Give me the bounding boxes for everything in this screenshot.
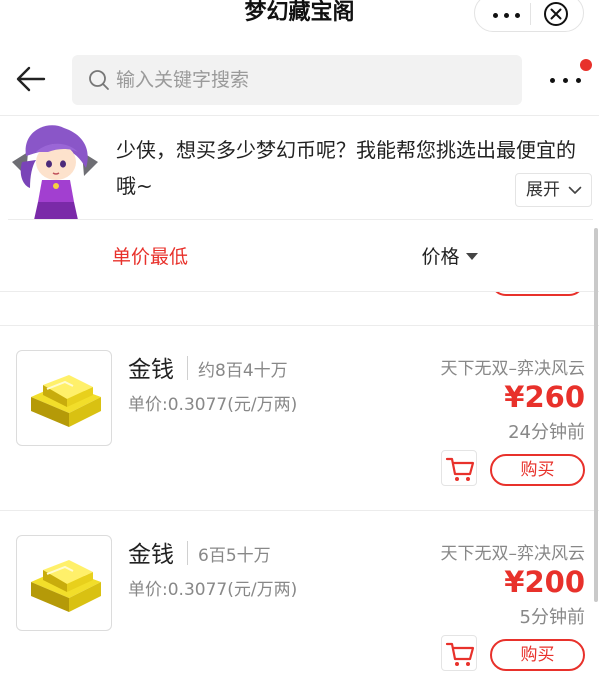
sort-bar: 单价最低 价格 xyxy=(0,228,599,292)
item-price: ¥260 xyxy=(504,380,585,414)
item-posted-time: 24分钟前 xyxy=(508,422,585,443)
item-unit-price: 单价:0.3077(元/万两) xyxy=(128,580,298,600)
tab-lowest-unit-price-label: 单价最低 xyxy=(111,246,188,268)
tab-price[interactable]: 价格 xyxy=(300,242,599,269)
expand-button[interactable]: 展开 xyxy=(515,173,592,207)
tab-price-label: 价格 xyxy=(421,246,460,268)
item-thumbnail xyxy=(16,350,112,446)
search-icon xyxy=(89,70,109,90)
item-server: 天下无双–弈决风云 xyxy=(440,359,586,379)
banner-divider xyxy=(8,219,593,220)
add-to-cart-button[interactable] xyxy=(441,635,477,671)
caret-down-icon xyxy=(465,253,478,260)
item-server: 天下无双–弈决风云 xyxy=(440,544,586,564)
assistant-banner: 少侠，想买多少梦幻币呢？我能帮您挑选出最便宜的哦~ 展开 xyxy=(0,118,599,220)
scrollbar[interactable] xyxy=(594,228,598,602)
more-menu-button[interactable] xyxy=(544,59,592,98)
buy-button[interactable]: 购买 xyxy=(490,454,585,486)
capsule-more-button[interactable] xyxy=(487,0,529,31)
close-circle-icon xyxy=(544,2,568,26)
tab-lowest-unit-price[interactable]: 单价最低 xyxy=(0,242,300,269)
app-root: 梦幻藏宝阁 输入关键字搜索 少侠，想买多少梦幻币呢？我能帮您挑选出最便宜的哦~ … xyxy=(0,0,599,685)
item-price: ¥200 xyxy=(504,565,585,599)
gold-bars-icon xyxy=(31,560,101,612)
listing-list: 金钱 约8百4十万 单价:0.3077(元/万两) 天下无双–弈决风云 ¥260… xyxy=(0,292,599,685)
assistant-avatar xyxy=(12,125,98,220)
listing-row[interactable]: 金钱 约8百4十万 单价:0.3077(元/万两) 天下无双–弈决风云 ¥260… xyxy=(0,326,599,511)
add-to-cart-button[interactable] xyxy=(441,450,477,486)
item-name: 金钱 xyxy=(128,357,174,383)
capsule-divider xyxy=(530,3,531,25)
buy-button[interactable]: 购买 xyxy=(490,639,585,671)
search-box[interactable] xyxy=(72,55,522,105)
buy-button-partial[interactable] xyxy=(490,292,585,296)
back-button[interactable] xyxy=(14,62,48,96)
title-bar: 梦幻藏宝阁 xyxy=(0,0,599,42)
item-posted-time: 5分钟前 xyxy=(519,607,585,628)
cart-icon xyxy=(445,457,475,481)
notification-dot xyxy=(580,59,592,71)
miniprogram-capsule xyxy=(474,0,584,32)
search-row xyxy=(0,50,599,112)
item-quantity: 6百5十万 xyxy=(198,546,271,566)
item-thumbnail xyxy=(16,535,112,631)
search-divider xyxy=(0,115,599,116)
arrow-left-icon xyxy=(16,66,46,92)
listing-row[interactable]: 金钱 6百5十万 单价:0.3077(元/万两) 天下无双–弈决风云 ¥200 … xyxy=(0,511,599,685)
gold-bars-icon xyxy=(31,375,101,427)
name-divider xyxy=(187,541,188,565)
cart-icon xyxy=(441,292,477,294)
search-input[interactable] xyxy=(116,55,506,105)
name-divider xyxy=(187,356,188,380)
item-unit-price: 单价:0.3077(元/万两) xyxy=(128,395,298,415)
capsule-close-button[interactable] xyxy=(541,0,571,29)
cart-icon xyxy=(445,642,475,666)
item-quantity: 约8百4十万 xyxy=(198,361,288,381)
chevron-down-icon xyxy=(568,186,582,194)
item-name: 金钱 xyxy=(128,542,174,568)
expand-label: 展开 xyxy=(526,180,560,200)
